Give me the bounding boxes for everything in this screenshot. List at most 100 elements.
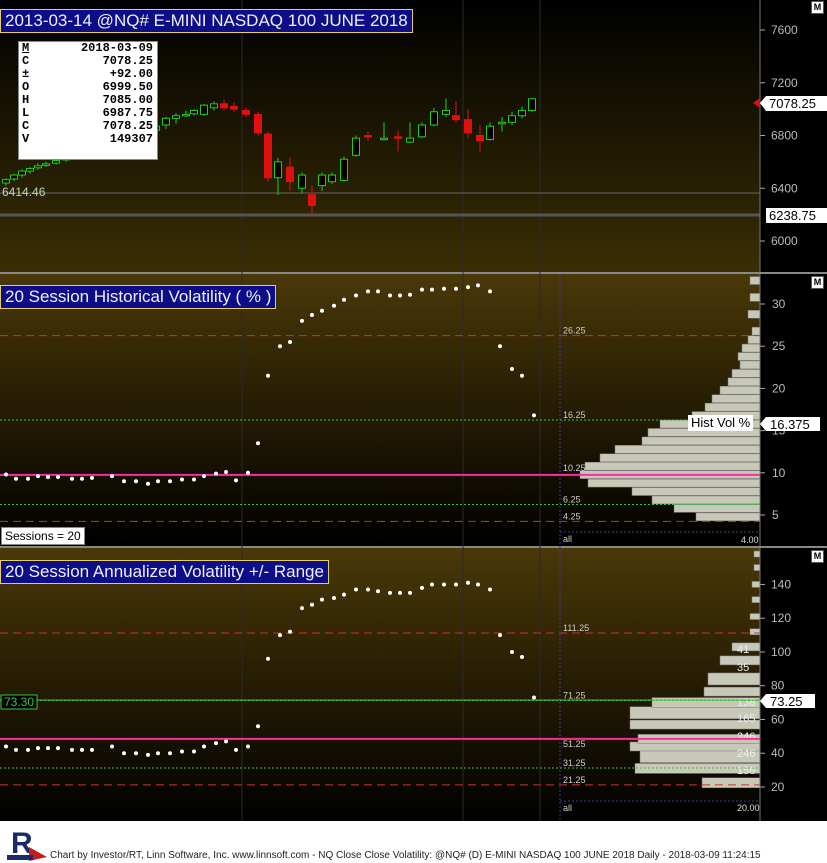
hv-dot	[430, 287, 434, 292]
hv-dot	[288, 339, 292, 344]
hv-dot	[134, 479, 138, 484]
av-dot	[168, 751, 172, 756]
candle-up	[18, 170, 26, 176]
hv-hist-bar	[751, 326, 761, 336]
av-dot	[56, 746, 60, 751]
hv-hist-bar	[673, 504, 761, 513]
hv-dot	[56, 475, 60, 480]
price-tick-label: 6800	[771, 129, 798, 143]
av-dot	[202, 744, 206, 749]
av-dot	[398, 590, 402, 595]
av-menu-button[interactable]: M	[811, 550, 824, 563]
candle-down	[452, 115, 460, 121]
price-tick-label: 7600	[771, 23, 798, 37]
hv-hist-bar	[711, 394, 761, 403]
hv-menu-button[interactable]: M	[811, 276, 824, 289]
candle-down	[242, 109, 250, 115]
candle-up	[172, 115, 180, 119]
av-mid-label: 51.25	[563, 739, 586, 749]
hv-hist-bar	[584, 462, 761, 471]
candle-down	[286, 166, 294, 183]
hv-dot	[70, 476, 74, 481]
hv-dot	[300, 318, 304, 323]
info-row: V 149307	[19, 133, 157, 146]
candle-up	[190, 109, 198, 115]
hv-dot	[246, 470, 250, 475]
hv-dot	[310, 312, 314, 317]
hv-hist-bar	[641, 436, 761, 446]
hv-dot	[146, 481, 150, 486]
footer-text: Chart by Investor/RT, Linn Software, Inc…	[50, 850, 761, 861]
av-level-label: 31.25	[563, 758, 586, 768]
hv-dot	[488, 289, 492, 294]
hv-dot	[80, 476, 84, 481]
hv-tick-label: 25	[772, 339, 786, 353]
av-dot	[388, 590, 392, 595]
av-dot	[288, 629, 292, 634]
hv-dot	[14, 476, 18, 481]
av-tick-label: 40	[771, 746, 785, 760]
av-dot	[332, 595, 336, 600]
candle-up	[26, 167, 34, 172]
av-dot	[430, 582, 434, 587]
hv-tick-label: 30	[772, 297, 786, 311]
candle-up	[486, 125, 494, 140]
hv-panel-title: 20 Session Historical Volatility ( % )	[0, 285, 277, 309]
hv-dot	[202, 474, 206, 479]
av-dot	[36, 746, 40, 751]
av-hist-count: 41	[737, 644, 749, 656]
hv-hist-bar	[731, 369, 761, 378]
hv-dot	[278, 344, 282, 349]
candle-up	[10, 174, 18, 180]
candle-up	[518, 109, 526, 117]
av-hist-count: 165	[737, 713, 755, 725]
candle-up	[406, 137, 414, 143]
av-dot	[110, 744, 114, 749]
av-corner-value: 20.00	[737, 803, 760, 813]
hv-dot	[408, 292, 412, 297]
candle-up	[200, 104, 208, 115]
hist-vol-label: Hist Vol %	[688, 415, 754, 431]
ohlc-info-box: M 2018-03-09 C 7078.25 ± +92.00 O 6999.50 H 7085.…	[18, 41, 158, 160]
hv-corner-value: 4.00	[741, 535, 759, 545]
av-tick-label: 100	[771, 645, 791, 659]
av-dot	[300, 606, 304, 611]
hv-dot	[156, 479, 160, 484]
candle-up	[2, 179, 10, 184]
price-menu-button[interactable]: M	[811, 1, 824, 14]
hv-dot	[214, 471, 218, 476]
hv-dot	[168, 479, 172, 484]
av-tick-label: 20	[771, 780, 785, 794]
hv-dot	[454, 286, 458, 291]
hv-hist-bar	[695, 512, 761, 522]
av-hist-bar	[749, 628, 761, 635]
candle-up	[340, 158, 348, 181]
hv-level-label: 4.25	[563, 511, 581, 521]
av-left-tag: 73.30	[0, 694, 38, 710]
candle-down	[220, 103, 228, 109]
av-dot	[442, 582, 446, 587]
av-dot	[90, 747, 94, 752]
av-hist-count: 35	[737, 662, 749, 674]
hv-current-tag: 16.375	[760, 417, 820, 432]
hv-dot	[266, 373, 270, 378]
hv-dot	[122, 479, 126, 484]
av-dot	[4, 744, 8, 749]
av-current-tag: 73.25	[760, 694, 815, 709]
av-dot	[134, 751, 138, 756]
av-dot	[520, 655, 524, 660]
av-dot	[224, 739, 228, 744]
hv-hist-bar	[749, 293, 761, 302]
hv-hist-bar	[727, 377, 761, 387]
hv-dot	[36, 474, 40, 479]
hv-hist-bar	[599, 453, 761, 462]
av-dot	[510, 649, 514, 654]
hv-hist-bar	[614, 445, 761, 454]
av-dot	[454, 582, 458, 587]
av-tick-label: 60	[771, 712, 785, 726]
av-tick-label: 80	[771, 679, 785, 693]
price-left-label: 6414.46	[2, 185, 46, 199]
hv-dot	[224, 469, 228, 474]
hv-dot	[342, 297, 346, 302]
hv-dot	[256, 441, 260, 446]
